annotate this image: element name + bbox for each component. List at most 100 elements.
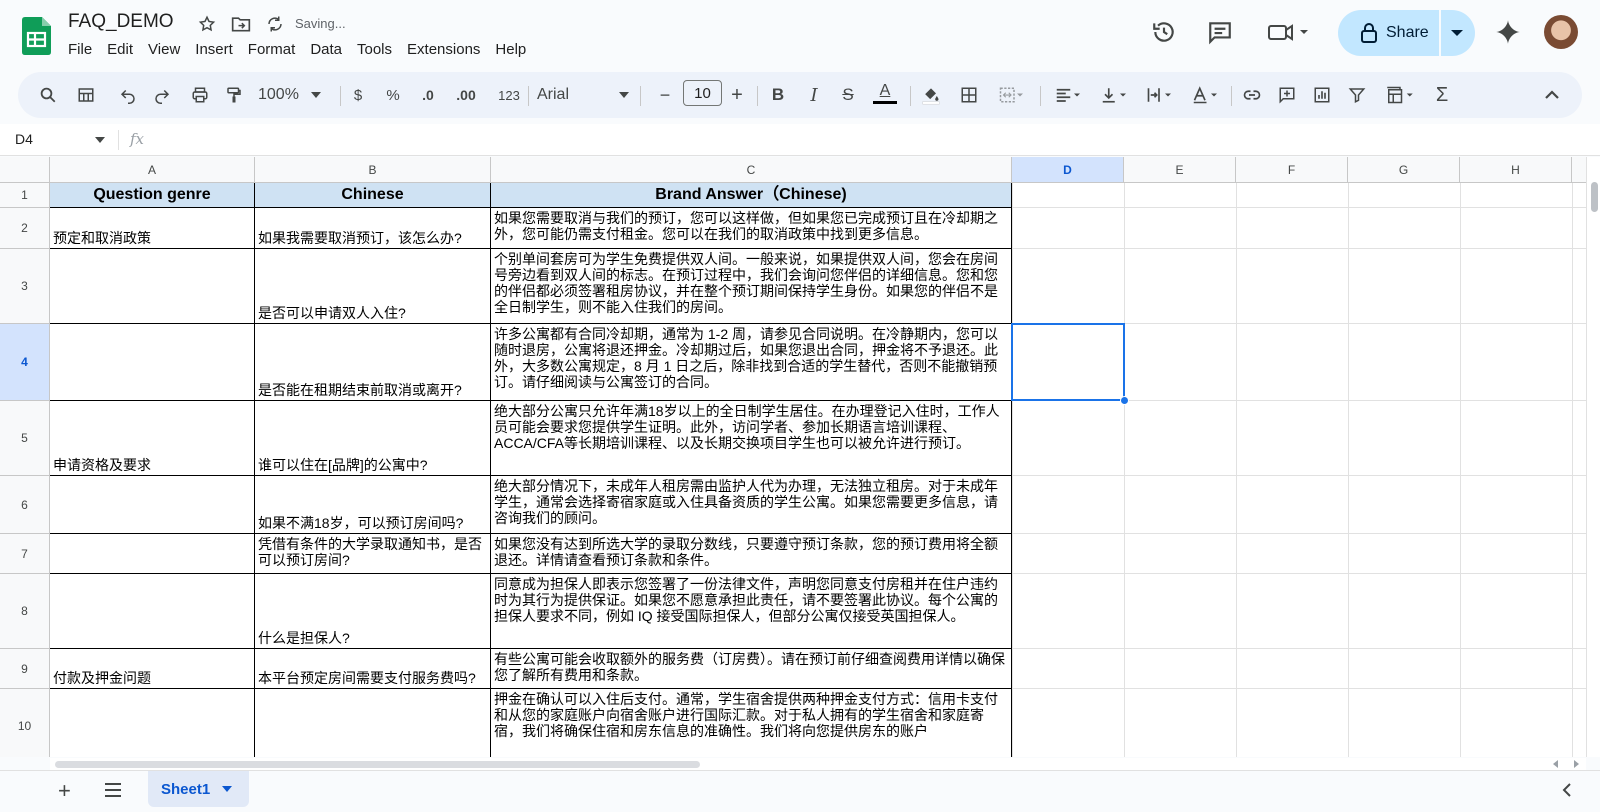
strikethrough-button[interactable]: S [838, 84, 858, 106]
share-button[interactable]: Share [1338, 10, 1475, 56]
cell-c8[interactable]: 同意成为担保人即表示您签署了一份法律文件，声明您同意支付房租并在住户违约时为其行… [491, 574, 1012, 649]
cell-c1[interactable]: Brand Answer（Chinese) [491, 183, 1012, 208]
cell-b9[interactable]: 本平台预定房间需要支付服务费吗? [255, 649, 491, 689]
sheets-logo-icon[interactable] [22, 17, 51, 55]
select-all-corner[interactable] [0, 157, 50, 183]
cell-c10[interactable]: 押金在确认可以入住后支付。通常，学生宿舍提供两种押金支付方式：信用卡支付和从您的… [491, 689, 1012, 757]
paint-format-icon[interactable] [223, 84, 245, 106]
decrease-decimal-button[interactable]: .0 [415, 84, 441, 106]
document-title[interactable]: FAQ_DEMO [68, 11, 174, 33]
row-header[interactable]: 9 [0, 649, 50, 689]
row-header[interactable]: 5 [0, 401, 50, 476]
menu-insert[interactable]: Insert [195, 41, 240, 58]
menu-view[interactable]: View [148, 41, 187, 58]
chevron-down-icon[interactable] [95, 137, 105, 143]
menu-extensions[interactable]: Extensions [407, 41, 487, 58]
text-wrapping-icon[interactable] [1141, 84, 1177, 106]
filter-views-icon[interactable] [1380, 84, 1420, 106]
row-header[interactable]: 7 [0, 534, 50, 574]
font-family-select[interactable]: Arial [537, 84, 629, 106]
row-header[interactable]: 2 [0, 208, 50, 249]
sheet-tab[interactable]: Sheet1 [148, 771, 249, 807]
search-menus-icon[interactable] [37, 84, 59, 106]
horizontal-scrollbar[interactable] [50, 758, 1586, 770]
scroll-right-icon[interactable] [1572, 760, 1580, 768]
font-size-input[interactable]: 10 [683, 80, 722, 106]
move-folder-icon[interactable] [230, 13, 252, 35]
empty-cells-area[interactable] [1012, 183, 1586, 757]
version-history-icon[interactable] [1150, 18, 1178, 46]
add-sheet-icon[interactable]: + [58, 778, 71, 804]
row-header[interactable]: 3 [0, 249, 50, 324]
cell-b3[interactable]: 是否可以申请双人入住? [255, 249, 491, 324]
column-header-c[interactable]: C [491, 157, 1012, 183]
print-icon[interactable] [189, 84, 211, 106]
horizontal-scroll-thumb[interactable] [55, 761, 700, 768]
column-header-d[interactable]: D [1012, 157, 1124, 183]
percent-format-button[interactable]: % [385, 84, 401, 106]
fill-color-icon[interactable] [920, 84, 942, 106]
cell-b10[interactable] [255, 689, 491, 757]
menu-tools[interactable]: Tools [357, 41, 399, 58]
vertical-align-icon[interactable] [1096, 84, 1132, 106]
row-header[interactable]: 8 [0, 574, 50, 649]
menu-edit[interactable]: Edit [107, 41, 140, 58]
decrease-font-size-button[interactable]: − [657, 84, 673, 106]
scroll-left-icon[interactable] [1552, 760, 1560, 768]
cell-c9[interactable]: 有些公寓可能会收取额外的服务费（订房费）。请在预订前仔细查阅费用详情以确保您了解… [491, 649, 1012, 689]
tables-icon[interactable] [75, 84, 97, 106]
cell-c3[interactable]: 个别单间套房可为学生免费提供双人间。一般来说，如果提供双人间，您会在房间号旁边看… [491, 249, 1012, 324]
cell-b2[interactable]: 如果我需要取消预订，该怎么办? [255, 208, 491, 249]
menu-file[interactable]: File [68, 41, 99, 58]
horizontal-align-icon[interactable] [1050, 84, 1086, 106]
row-header[interactable]: 6 [0, 476, 50, 534]
cell-a5[interactable]: 申请资格及要求 [50, 401, 255, 476]
cell-a7[interactable] [50, 534, 255, 574]
bold-button[interactable]: B [768, 84, 788, 106]
insert-comment-icon[interactable] [1276, 84, 1298, 106]
vertical-scrollbar[interactable] [1586, 157, 1600, 757]
column-header-h[interactable]: H [1460, 157, 1572, 183]
cell-a1[interactable]: Question genre [50, 183, 255, 208]
collapse-menus-icon[interactable] [1541, 84, 1563, 106]
text-color-button[interactable]: A [873, 80, 897, 106]
cell-a10[interactable] [50, 689, 255, 757]
vertical-scroll-thumb[interactable] [1591, 182, 1598, 212]
avatar[interactable] [1544, 15, 1578, 49]
text-rotation-icon[interactable] [1187, 84, 1223, 106]
cell-a4[interactable] [50, 324, 255, 401]
comments-icon[interactable] [1206, 18, 1234, 46]
meet-icon[interactable] [1266, 18, 1312, 46]
cell-b5[interactable]: 谁可以住在[品牌]的公寓中? [255, 401, 491, 476]
cell-a2[interactable]: 预定和取消政策 [50, 208, 255, 249]
cell-b1[interactable]: Chinese [255, 183, 491, 208]
cell-a8[interactable] [50, 574, 255, 649]
currency-format-button[interactable]: $ [350, 84, 366, 106]
cell-c7[interactable]: 如果您没有达到所选大学的录取分数线，只要遵守预订条款，您的预订费用将全额退还。详… [491, 534, 1012, 574]
spreadsheet-grid[interactable]: A B C D E F G H 1 2 3 4 5 6 7 8 9 10 Que… [0, 157, 1586, 757]
cell-c6[interactable]: 绝大部分情况下，未成年人租房需由监护人代为办理，无法独立租房。对于未成年学生，通… [491, 476, 1012, 534]
menu-format[interactable]: Format [248, 41, 303, 58]
name-box[interactable]: D4 [15, 131, 33, 147]
cell-c2[interactable]: 如果您需要取消与我们的预订，您可以这样做，但如果您已完成预订且在冷却期之外，您可… [491, 208, 1012, 249]
italic-button[interactable]: I [804, 84, 824, 106]
functions-button[interactable]: Σ [1433, 84, 1451, 106]
undo-icon[interactable] [117, 84, 139, 106]
column-header-i[interactable] [1572, 157, 1586, 183]
increase-font-size-button[interactable]: + [729, 84, 745, 106]
more-formats-button[interactable]: 123 [496, 84, 522, 106]
row-header[interactable]: 1 [0, 183, 50, 208]
increase-decimal-button[interactable]: .00 [452, 84, 480, 106]
borders-icon[interactable] [958, 84, 980, 106]
cell-b6[interactable]: 如果不满18岁，可以预订房间吗? [255, 476, 491, 534]
star-icon[interactable] [196, 13, 218, 35]
insert-chart-icon[interactable] [1311, 84, 1333, 106]
gemini-icon[interactable] [1494, 18, 1522, 46]
cell-c5[interactable]: 绝大部分公寓只允许年满18岁以上的全日制学生居住。在办理登记入住时，工作人员可能… [491, 401, 1012, 476]
cell-a9[interactable]: 付款及押金问题 [50, 649, 255, 689]
all-sheets-icon[interactable] [103, 781, 123, 799]
selected-cell-d4[interactable] [1011, 323, 1125, 401]
cell-a6[interactable] [50, 476, 255, 534]
row-header[interactable]: 10 [0, 689, 50, 757]
cell-a3[interactable] [50, 249, 255, 324]
